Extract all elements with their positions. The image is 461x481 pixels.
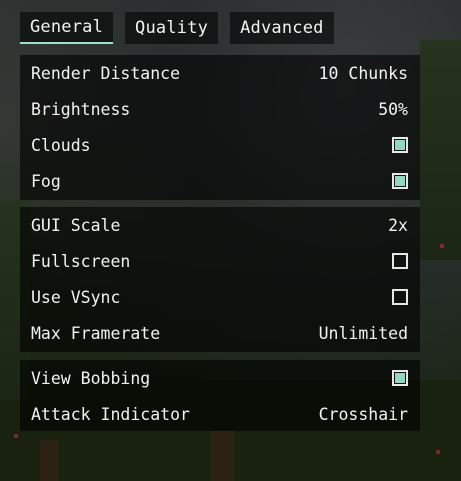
view-bobbing-checkbox[interactable] [392,370,408,386]
setting-label: Fullscreen [31,251,131,271]
settings-group-gameplay: View Bobbing Attack Indicator Crosshair [20,360,420,431]
tab-advanced[interactable]: Advanced [230,12,334,44]
tab-label: Quality [135,18,209,38]
setting-brightness[interactable]: Brightness 50% [20,91,420,127]
setting-label: GUI Scale [31,215,121,235]
setting-fog[interactable]: Fog [20,163,420,199]
setting-label: Max Framerate [31,323,161,343]
settings-tabs: General Quality Advanced [20,12,334,44]
settings-group-display: Render Distance 10 Chunks Brightness 50%… [20,55,420,200]
game-viewport: General Quality Advanced Render Distance… [0,0,461,481]
tab-label: General [30,17,104,37]
setting-label: Render Distance [31,63,181,83]
setting-label: Clouds [31,135,91,155]
background-flower [14,434,18,438]
tab-general[interactable]: General [20,12,114,44]
setting-gui-scale[interactable]: GUI Scale 2x [20,207,420,243]
setting-attack-indicator[interactable]: Attack Indicator Crosshair [20,396,420,432]
settings-group-window: GUI Scale 2x Fullscreen Use VSync Max Fr… [20,207,420,352]
background-flower [436,450,440,454]
setting-value: Unlimited [318,323,408,343]
fog-checkbox[interactable] [392,173,408,189]
setting-value: 10 Chunks [318,63,408,83]
fullscreen-checkbox[interactable] [392,253,408,269]
setting-label: View Bobbing [31,368,151,388]
vsync-checkbox[interactable] [392,289,408,305]
clouds-checkbox[interactable] [392,137,408,153]
background-trunk [40,440,58,481]
setting-label: Fog [31,171,61,191]
setting-value: Crosshair [318,404,408,424]
background-tree [420,40,461,260]
tab-quality[interactable]: Quality [125,12,219,44]
setting-view-bobbing[interactable]: View Bobbing [20,360,420,396]
setting-fullscreen[interactable]: Fullscreen [20,243,420,279]
setting-vsync[interactable]: Use VSync [20,279,420,315]
setting-value: 50% [378,99,408,119]
background-flower [440,244,444,248]
setting-render-distance[interactable]: Render Distance 10 Chunks [20,55,420,91]
setting-label: Brightness [31,99,131,119]
background-trunk [210,430,234,481]
setting-value: 2x [388,215,408,235]
setting-max-framerate[interactable]: Max Framerate Unlimited [20,315,420,351]
setting-clouds[interactable]: Clouds [20,127,420,163]
setting-label: Use VSync [31,287,121,307]
tab-label: Advanced [240,18,324,38]
setting-label: Attack Indicator [31,404,190,424]
